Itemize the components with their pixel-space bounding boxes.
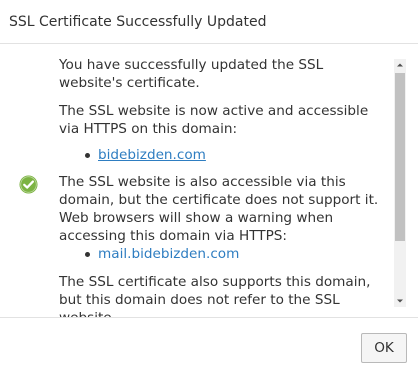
ok-button[interactable]: OK	[361, 333, 407, 363]
unsupported-domain-intro: The SSL website is also accessible via t…	[59, 174, 379, 244]
message-content: You have successfully updated the SSL we…	[59, 56, 389, 317]
dialog-footer: OK	[0, 317, 418, 371]
dialog-title: SSL Certificate Successfully Updated	[9, 14, 267, 30]
success-message: You have successfully updated the SSL we…	[59, 57, 324, 91]
vertical-scrollbar[interactable]	[394, 59, 406, 307]
ssl-success-dialog: SSL Certificate Successfully Updated You…	[0, 0, 418, 371]
dialog-body: You have successfully updated the SSL we…	[0, 45, 418, 317]
check-circle-icon	[19, 175, 38, 194]
domain-link-bidebizden[interactable]: bidebizden.com	[98, 147, 206, 163]
unreferenced-domain-intro: The SSL certificate also supports this d…	[59, 274, 371, 317]
domain-list-item: mail.bidebizden.com	[59, 245, 389, 263]
dialog-title-bar: SSL Certificate Successfully Updated	[0, 0, 418, 44]
active-domain-list: bidebizden.com	[59, 146, 389, 164]
scrollbar-thumb[interactable]	[395, 73, 405, 241]
scroll-down-arrow-icon[interactable]	[394, 295, 406, 307]
scroll-up-arrow-icon[interactable]	[394, 59, 406, 71]
unsupported-domain-list: mail.bidebizden.com	[59, 245, 389, 263]
domain-link-mail-bidebizden[interactable]: mail.bidebizden.com	[98, 246, 239, 262]
active-domain-intro: The SSL website is now active and access…	[59, 103, 369, 137]
domain-list-item: bidebizden.com	[59, 146, 389, 164]
